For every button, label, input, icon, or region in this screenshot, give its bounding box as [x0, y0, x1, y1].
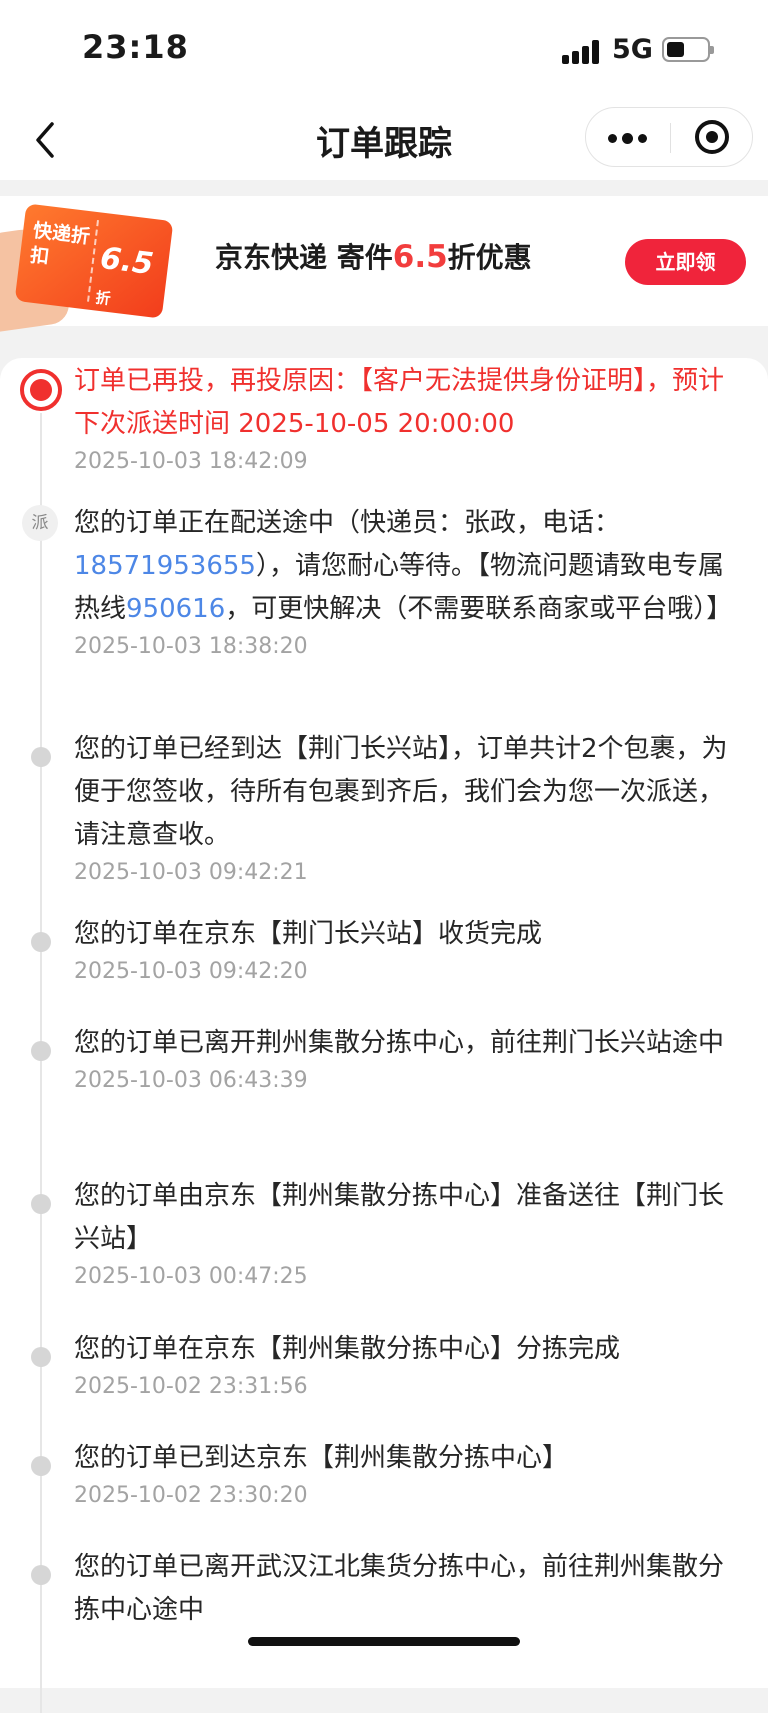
- event-message: 您的订单已离开荆州集散分拣中心，前往荆门长兴站途中: [74, 1028, 725, 1058]
- timeline-event: 您的订单已经到达【荆门长兴站】，订单共计2个包裹，为便于您签收，待所有包裹到齐后…: [74, 728, 734, 888]
- courier-phone-link[interactable]: 18571953655: [74, 551, 256, 581]
- promo-banner[interactable]: 快递折扣 6.5折 京东快递 寄件6.5折优惠 立即领: [0, 196, 768, 334]
- event-time: 2025-10-03 06:43:39: [74, 1068, 308, 1093]
- timeline-event: 您的订单已离开荆州集散分拣中心，前往荆门长兴站途中 2025-10-03 06:…: [74, 1022, 734, 1096]
- battery-icon: [662, 37, 714, 62]
- timeline-event: 您的订单在京东【荆州集散分拣中心】分拣完成 2025-10-02 23:31:5…: [74, 1328, 734, 1402]
- dispatch-badge: 派: [22, 505, 58, 541]
- timeline-dot: [31, 747, 51, 767]
- timeline-event: 您的订单已离开武汉江北集货分拣中心，前往荆州集散分拣中心途中: [74, 1546, 734, 1633]
- event-message: 您的订单已经到达【荆门长兴站】，订单共计2个包裹，为便于您签收，待所有包裹到齐后…: [74, 734, 728, 850]
- more-dots-icon: [608, 134, 617, 143]
- nav-bar: 订单跟踪: [0, 100, 768, 180]
- timeline-dot: [31, 1194, 51, 1214]
- event-message: 您的订单在京东【荆门长兴站】收货完成: [74, 919, 543, 949]
- event-time: 2025-10-03 09:42:21: [74, 860, 308, 885]
- close-mini-program-button[interactable]: [671, 108, 753, 166]
- hotline-link[interactable]: 950616: [126, 594, 225, 624]
- timeline-event: 您的订单正在配送途中（快递员：张政，电话：18571953655），请您耐心等待…: [74, 502, 734, 662]
- timeline-event: 您的订单已到达京东【荆州集散分拣中心】 2025-10-02 23:30:20: [74, 1437, 734, 1511]
- event-time: 2025-10-03 09:42:20: [74, 959, 308, 984]
- event-message: 您的订单已离开武汉江北集货分拣中心，前往荆州集散分拣中心途中: [74, 1552, 725, 1625]
- timeline-dot: [31, 932, 51, 952]
- mini-program-capsule: [585, 107, 753, 167]
- event-message: 您的订单在京东【荆州集散分拣中心】分拣完成: [74, 1334, 621, 1364]
- promo-text: 京东快递 寄件6.5折优惠: [215, 239, 532, 275]
- event-message: 订单已再投，再投原因：【客户无法提供身份证明】，预计下次派送时间 2025-10…: [74, 366, 725, 439]
- timeline-event: 订单已再投，再投原因：【客户无法提供身份证明】，预计下次派送时间 2025-10…: [74, 360, 734, 477]
- coupon-graphic: 快递折扣 6.5折: [0, 202, 175, 334]
- current-status-icon: [20, 369, 62, 411]
- timeline-event: 您的订单在京东【荆门长兴站】收货完成 2025-10-03 09:42:20: [74, 913, 734, 987]
- home-indicator[interactable]: [248, 1637, 520, 1646]
- status-bar: 23:18 5G: [0, 0, 768, 100]
- event-message: 您的订单由京东【荆州集散分拣中心】准备送往【荆门长兴站】: [74, 1181, 725, 1254]
- event-time: 2025-10-03 18:42:09: [74, 449, 308, 474]
- timeline-dot: [31, 1456, 51, 1476]
- event-time: 2025-10-02 23:30:20: [74, 1483, 308, 1508]
- claim-coupon-button[interactable]: 立即领: [625, 239, 746, 285]
- more-button[interactable]: [586, 108, 670, 166]
- coupon-ticket: 快递折扣 6.5折: [14, 203, 174, 319]
- cellular-signal-icon: [562, 40, 602, 64]
- event-time: 2025-10-03 18:38:20: [74, 634, 308, 659]
- coupon-label: 快递折扣: [28, 219, 92, 269]
- event-message: 您的订单正在配送途中（快递员：张政，电话：18571953655），请您耐心等待…: [74, 508, 733, 624]
- status-time: 23:18: [82, 28, 189, 66]
- tracking-card: 订单已再投，再投原因：【客户无法提供身份证明】，预计下次派送时间 2025-10…: [0, 358, 768, 1713]
- target-circle-icon: [695, 120, 729, 154]
- event-time: 2025-10-03 00:47:25: [74, 1264, 308, 1289]
- timeline-dot: [31, 1347, 51, 1367]
- timeline-dot: [31, 1565, 51, 1585]
- timeline-event: 您的订单由京东【荆州集散分拣中心】准备送往【荆门长兴站】 2025-10-03 …: [74, 1175, 734, 1292]
- coupon-value: 6.5折: [94, 240, 156, 309]
- network-type: 5G: [612, 34, 653, 65]
- event-time: 2025-10-02 23:31:56: [74, 1374, 308, 1399]
- timeline-dot: [31, 1041, 51, 1061]
- event-message: 您的订单已到达京东【荆州集散分拣中心】: [74, 1443, 569, 1473]
- timeline-line: [40, 413, 42, 1713]
